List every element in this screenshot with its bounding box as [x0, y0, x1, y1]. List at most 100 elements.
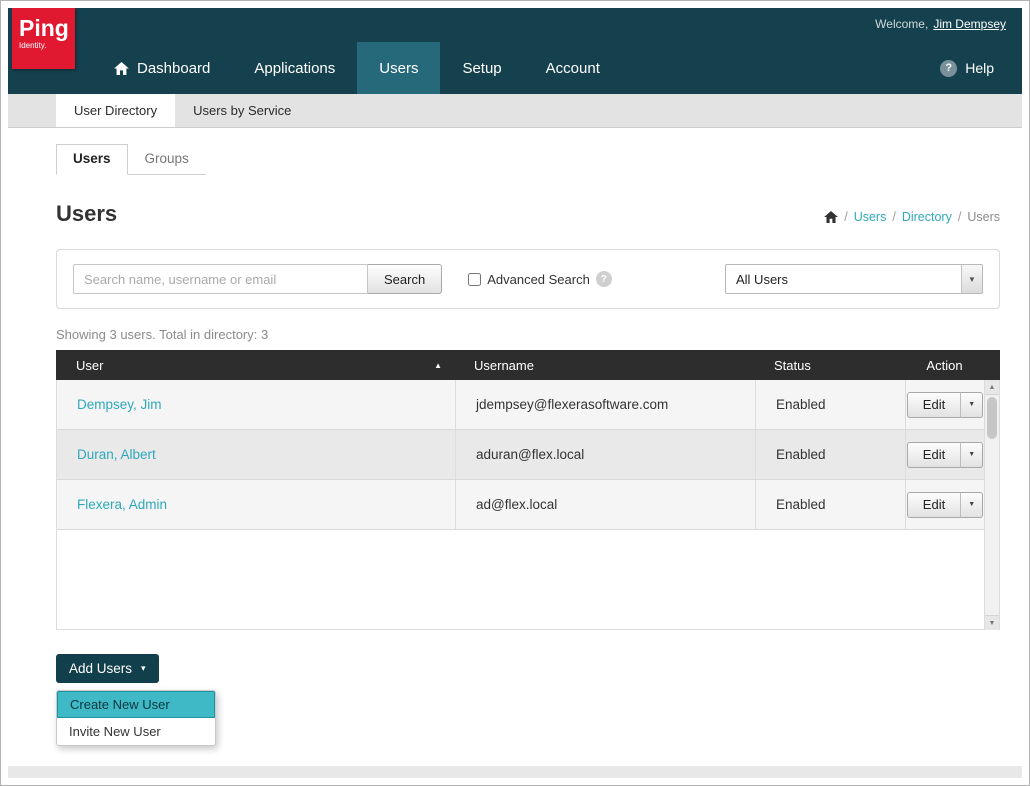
menu-item-create-new-user[interactable]: Create New User — [57, 691, 215, 718]
caret-down-icon: ▼ — [968, 451, 975, 458]
add-users-menu: Create New User Invite New User — [56, 690, 216, 746]
page-title: Users — [56, 201, 117, 227]
menu-item-invite-new-user[interactable]: Invite New User — [57, 718, 215, 745]
breadcrumb-separator: / — [958, 210, 961, 224]
ping-logo[interactable]: Ping Identity. — [12, 8, 75, 69]
breadcrumb: / Users / Directory / Users — [824, 210, 1000, 227]
username-cell: jdempsey@flexerasoftware.com — [455, 380, 755, 429]
home-icon — [114, 62, 129, 75]
action-cell: Edit ▼ — [905, 480, 984, 529]
advanced-search-checkbox[interactable] — [468, 273, 481, 286]
help-label: Help — [965, 60, 994, 76]
add-users-button[interactable]: Add Users ▾ — [56, 654, 159, 683]
column-header-username[interactable]: Username — [454, 358, 754, 373]
tab-users[interactable]: Users — [56, 144, 128, 175]
user-cell: Dempsey, Jim — [57, 380, 455, 429]
table-body: Dempsey, Jim jdempsey@flexerasoftware.co… — [56, 380, 1000, 630]
edit-dropdown-button[interactable]: ▼ — [960, 392, 983, 418]
edit-dropdown-button[interactable]: ▼ — [960, 492, 983, 518]
user-filter-select[interactable]: All Users ▼ — [725, 264, 983, 294]
user-name-link[interactable]: Dempsey, Jim — [77, 397, 162, 412]
app-window: Ping Identity. Welcome, Jim Dempsey Dash… — [0, 0, 1030, 786]
caret-down-icon: ▾ — [141, 663, 146, 674]
status-cell: Enabled — [755, 480, 905, 529]
breadcrumb-users[interactable]: Users — [854, 210, 887, 224]
edit-button[interactable]: Edit — [907, 492, 961, 518]
main-content: Users Groups Users / Users / Directory /… — [8, 128, 1022, 766]
breadcrumb-home-icon[interactable] — [824, 211, 838, 223]
user-name-link[interactable]: Flexera, Admin — [77, 497, 167, 512]
breadcrumb-directory[interactable]: Directory — [902, 210, 952, 224]
user-cell: Duran, Albert — [57, 430, 455, 479]
nav-label: Applications — [254, 60, 335, 77]
users-table: User ▲ Username Status Action Dempsey, J… — [56, 350, 1000, 630]
edit-dropdown-button[interactable]: ▼ — [960, 442, 983, 468]
tab-groups[interactable]: Groups — [128, 144, 206, 174]
table-row: Flexera, Admin ad@flex.local Enabled Edi… — [57, 480, 999, 530]
footer-strip — [8, 766, 1022, 778]
edit-button[interactable]: Edit — [907, 392, 961, 418]
primary-nav: Dashboard Applications Users Setup Accou… — [8, 42, 1022, 94]
status-cell: Enabled — [755, 430, 905, 479]
column-header-action: Action — [904, 358, 1000, 373]
nav-label: Setup — [462, 60, 501, 77]
nav-dashboard[interactable]: Dashboard — [92, 42, 232, 94]
username-cell: aduran@flex.local — [455, 430, 755, 479]
brand-name: Ping — [19, 16, 68, 40]
top-header: Ping Identity. Welcome, Jim Dempsey Dash… — [8, 8, 1022, 94]
page-header: Users / Users / Directory / Users — [56, 201, 1000, 227]
user-cell: Flexera, Admin — [57, 480, 455, 529]
search-input[interactable] — [73, 264, 368, 294]
status-cell: Enabled — [755, 380, 905, 429]
column-header-user[interactable]: User ▲ — [56, 358, 454, 373]
add-users-label: Add Users — [69, 661, 132, 676]
advanced-search-help-icon[interactable]: ? — [596, 271, 612, 287]
caret-down-icon: ▼ — [968, 501, 975, 508]
nav-users[interactable]: Users — [357, 42, 440, 94]
select-caret-icon: ▼ — [961, 265, 982, 293]
nav-applications[interactable]: Applications — [232, 42, 357, 94]
table-row: Dempsey, Jim jdempsey@flexerasoftware.co… — [57, 380, 999, 430]
scroll-up-button[interactable]: ▲ — [985, 380, 999, 395]
edit-button[interactable]: Edit — [907, 442, 961, 468]
table-header: User ▲ Username Status Action — [56, 350, 1000, 380]
breadcrumb-separator: / — [844, 210, 847, 224]
scroll-up-icon: ▲ — [989, 384, 996, 391]
action-cell: Edit ▼ — [905, 380, 984, 429]
search-button[interactable]: Search — [368, 264, 442, 294]
table-row: Duran, Albert aduran@flex.local Enabled … — [57, 430, 999, 480]
column-header-status[interactable]: Status — [754, 358, 904, 373]
caret-down-icon: ▼ — [968, 401, 975, 408]
welcome-text: Welcome, — [875, 17, 928, 31]
advanced-search-toggle: Advanced Search — [468, 272, 590, 287]
add-users-section: Add Users ▾ Create New User Invite New U… — [56, 654, 1000, 746]
username-cell: ad@flex.local — [455, 480, 755, 529]
current-user-link[interactable]: Jim Dempsey — [933, 17, 1006, 31]
welcome-bar: Welcome, Jim Dempsey — [875, 8, 1022, 40]
app: Ping Identity. Welcome, Jim Dempsey Dash… — [8, 8, 1022, 778]
column-header-label: User — [76, 358, 103, 373]
action-cell: Edit ▼ — [905, 430, 984, 479]
user-name-link[interactable]: Duran, Albert — [77, 447, 156, 462]
nav-setup[interactable]: Setup — [440, 42, 523, 94]
tab-user-directory[interactable]: User Directory — [56, 94, 175, 127]
search-panel: Search Advanced Search ? All Users ▼ — [56, 249, 1000, 309]
secondary-tab-bar: User Directory Users by Service — [8, 94, 1022, 128]
scrollbar-thumb[interactable] — [987, 397, 997, 439]
scroll-down-icon: ▼ — [989, 620, 996, 627]
nav-label: Dashboard — [137, 60, 210, 77]
tab-users-by-service[interactable]: Users by Service — [175, 94, 309, 127]
breadcrumb-current: Users — [967, 210, 1000, 224]
table-scrollbar[interactable]: ▲ ▼ — [984, 380, 999, 630]
nav-label: Users — [379, 60, 418, 77]
sort-asc-icon[interactable]: ▲ — [434, 361, 442, 370]
user-filter-value: All Users — [736, 272, 788, 287]
help-icon: ? — [940, 60, 957, 77]
results-summary: Showing 3 users. Total in directory: 3 — [56, 327, 1000, 342]
help-button[interactable]: ? Help — [912, 42, 1022, 94]
brand-subtitle: Identity. — [19, 41, 68, 50]
tertiary-tabs: Users Groups — [56, 144, 206, 175]
scroll-down-button[interactable]: ▼ — [985, 615, 999, 630]
advanced-search-label: Advanced Search — [487, 272, 590, 287]
nav-account[interactable]: Account — [524, 42, 622, 94]
